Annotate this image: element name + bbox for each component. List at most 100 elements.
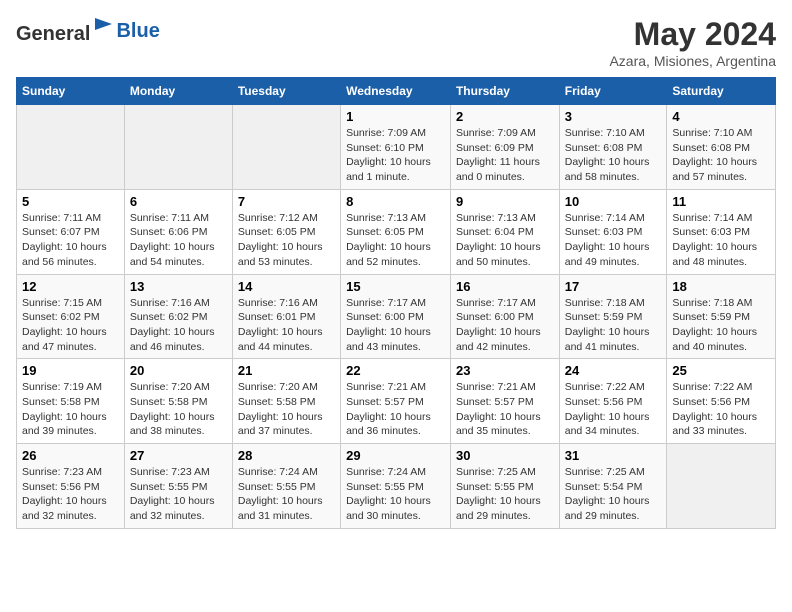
day-number: 21 bbox=[238, 363, 335, 378]
day-info: Sunrise: 7:18 AMSunset: 5:59 PMDaylight:… bbox=[565, 296, 662, 355]
calendar-cell: 24 Sunrise: 7:22 AMSunset: 5:56 PMDayligh… bbox=[559, 359, 667, 444]
calendar-cell bbox=[232, 105, 340, 190]
day-info: Sunrise: 7:09 AMSunset: 6:10 PMDaylight:… bbox=[346, 126, 445, 185]
day-info: Sunrise: 7:17 AMSunset: 6:00 PMDaylight:… bbox=[346, 296, 445, 355]
day-number: 4 bbox=[672, 109, 770, 124]
day-info: Sunrise: 7:10 AMSunset: 6:08 PMDaylight:… bbox=[672, 126, 770, 185]
day-info: Sunrise: 7:20 AMSunset: 5:58 PMDaylight:… bbox=[130, 380, 227, 439]
calendar-cell: 12Sunrise: 7:15 AMSunset: 6:02 PMDayligh… bbox=[17, 274, 125, 359]
day-info: Sunrise: 7:20 AMSunset: 5:58 PMDaylight:… bbox=[238, 380, 335, 439]
day-info: Sunrise: 7:11 AMSunset: 6:06 PMDaylight:… bbox=[130, 211, 227, 270]
calendar-cell: 3 Sunrise: 7:10 AMSunset: 6:08 PMDaylight… bbox=[559, 105, 667, 190]
calendar-cell: 13 Sunrise: 7:16 AMSunset: 6:02 PMDayligh… bbox=[124, 274, 232, 359]
header-thursday: Thursday bbox=[450, 78, 559, 105]
calendar-cell: 11Sunrise: 7:14 AMSunset: 6:03 PMDayligh… bbox=[667, 189, 776, 274]
day-info: Sunrise: 7:14 AMSunset: 6:03 PMDaylight:… bbox=[672, 211, 770, 270]
calendar-cell: 15Sunrise: 7:17 AMSunset: 6:00 PMDayligh… bbox=[341, 274, 451, 359]
calendar-cell: 28 Sunrise: 7:24 AMSunset: 5:55 PMDayligh… bbox=[232, 444, 340, 529]
day-info: Sunrise: 7:12 AMSunset: 6:05 PMDaylight:… bbox=[238, 211, 335, 270]
day-info: Sunrise: 7:22 AMSunset: 5:56 PMDaylight:… bbox=[672, 380, 770, 439]
calendar-cell: 7 Sunrise: 7:12 AMSunset: 6:05 PMDaylight… bbox=[232, 189, 340, 274]
day-number: 17 bbox=[565, 279, 662, 294]
logo-flag-icon bbox=[92, 16, 116, 40]
day-info: Sunrise: 7:11 AMSunset: 6:07 PMDaylight:… bbox=[22, 211, 119, 270]
calendar-cell: 31 Sunrise: 7:25 AMSunset: 5:54 PMDayligh… bbox=[559, 444, 667, 529]
calendar-cell: 17 Sunrise: 7:18 AMSunset: 5:59 PMDayligh… bbox=[559, 274, 667, 359]
calendar-cell: 21 Sunrise: 7:20 AMSunset: 5:58 PMDayligh… bbox=[232, 359, 340, 444]
calendar-cell bbox=[124, 105, 232, 190]
day-number: 10 bbox=[565, 194, 662, 209]
day-number: 14 bbox=[238, 279, 335, 294]
calendar-cell: 9Sunrise: 7:13 AMSunset: 6:04 PMDaylight… bbox=[450, 189, 559, 274]
day-info: Sunrise: 7:16 AMSunset: 6:01 PMDaylight:… bbox=[238, 296, 335, 355]
header-friday: Friday bbox=[559, 78, 667, 105]
day-info: Sunrise: 7:09 AMSunset: 6:09 PMDaylight:… bbox=[456, 126, 554, 185]
day-number: 31 bbox=[565, 448, 662, 463]
calendar-cell: 6 Sunrise: 7:11 AMSunset: 6:06 PMDaylight… bbox=[124, 189, 232, 274]
day-number: 3 bbox=[565, 109, 662, 124]
day-info: Sunrise: 7:21 AMSunset: 5:57 PMDaylight:… bbox=[346, 380, 445, 439]
calendar-cell: 30 Sunrise: 7:25 AMSunset: 5:55 PMDayligh… bbox=[450, 444, 559, 529]
calendar-week-1: 1Sunrise: 7:09 AMSunset: 6:10 PMDaylight… bbox=[17, 105, 776, 190]
calendar-cell: 10 Sunrise: 7:14 AMSunset: 6:03 PMDayligh… bbox=[559, 189, 667, 274]
logo-blue: Blue bbox=[116, 20, 159, 42]
calendar-cell: 26Sunrise: 7:23 AMSunset: 5:56 PMDayligh… bbox=[17, 444, 125, 529]
day-number: 13 bbox=[130, 279, 227, 294]
day-info: Sunrise: 7:22 AMSunset: 5:56 PMDaylight:… bbox=[565, 380, 662, 439]
calendar-cell: 27Sunrise: 7:23 AMSunset: 5:55 PMDayligh… bbox=[124, 444, 232, 529]
month-year-title: May 2024 bbox=[609, 16, 776, 53]
day-info: Sunrise: 7:21 AMSunset: 5:57 PMDaylight:… bbox=[456, 380, 554, 439]
day-number: 30 bbox=[456, 448, 554, 463]
header-tuesday: Tuesday bbox=[232, 78, 340, 105]
day-number: 24 bbox=[565, 363, 662, 378]
day-number: 23 bbox=[456, 363, 554, 378]
calendar-week-2: 5Sunrise: 7:11 AMSunset: 6:07 PMDaylight… bbox=[17, 189, 776, 274]
day-number: 9 bbox=[456, 194, 554, 209]
day-number: 28 bbox=[238, 448, 335, 463]
calendar-cell: 14 Sunrise: 7:16 AMSunset: 6:01 PMDayligh… bbox=[232, 274, 340, 359]
day-number: 19 bbox=[22, 363, 119, 378]
calendar-cell: 2Sunrise: 7:09 AMSunset: 6:09 PMDaylight… bbox=[450, 105, 559, 190]
day-number: 20 bbox=[130, 363, 227, 378]
day-number: 18 bbox=[672, 279, 770, 294]
day-number: 27 bbox=[130, 448, 227, 463]
day-info: Sunrise: 7:13 AMSunset: 6:05 PMDaylight:… bbox=[346, 211, 445, 270]
calendar-cell bbox=[667, 444, 776, 529]
day-number: 25 bbox=[672, 363, 770, 378]
header-saturday: Saturday bbox=[667, 78, 776, 105]
calendar-cell: 20 Sunrise: 7:20 AMSunset: 5:58 PMDayligh… bbox=[124, 359, 232, 444]
day-number: 12 bbox=[22, 279, 119, 294]
day-info: Sunrise: 7:10 AMSunset: 6:08 PMDaylight:… bbox=[565, 126, 662, 185]
calendar-week-4: 19 Sunrise: 7:19 AMSunset: 5:58 PMDayligh… bbox=[17, 359, 776, 444]
calendar-week-3: 12Sunrise: 7:15 AMSunset: 6:02 PMDayligh… bbox=[17, 274, 776, 359]
calendar-cell: 22 Sunrise: 7:21 AMSunset: 5:57 PMDayligh… bbox=[341, 359, 451, 444]
day-info: Sunrise: 7:19 AMSunset: 5:58 PMDaylight:… bbox=[22, 380, 119, 439]
day-number: 22 bbox=[346, 363, 445, 378]
logo-general: General bbox=[16, 23, 90, 45]
day-info: Sunrise: 7:25 AMSunset: 5:54 PMDaylight:… bbox=[565, 465, 662, 524]
calendar-cell: 29Sunrise: 7:24 AMSunset: 5:55 PMDayligh… bbox=[341, 444, 451, 529]
day-info: Sunrise: 7:25 AMSunset: 5:55 PMDaylight:… bbox=[456, 465, 554, 524]
day-info: Sunrise: 7:14 AMSunset: 6:03 PMDaylight:… bbox=[565, 211, 662, 270]
logo: General Blue bbox=[16, 16, 160, 46]
page-header: General Blue May 2024 Azara, Misiones, A… bbox=[16, 16, 776, 69]
title-area: May 2024 Azara, Misiones, Argentina bbox=[609, 16, 776, 69]
calendar-cell: 16Sunrise: 7:17 AMSunset: 6:00 PMDayligh… bbox=[450, 274, 559, 359]
day-number: 16 bbox=[456, 279, 554, 294]
calendar-cell: 4 Sunrise: 7:10 AMSunset: 6:08 PMDaylight… bbox=[667, 105, 776, 190]
calendar-cell: 8 Sunrise: 7:13 AMSunset: 6:05 PMDaylight… bbox=[341, 189, 451, 274]
calendar-cell: 25 Sunrise: 7:22 AMSunset: 5:56 PMDayligh… bbox=[667, 359, 776, 444]
day-info: Sunrise: 7:18 AMSunset: 5:59 PMDaylight:… bbox=[672, 296, 770, 355]
day-info: Sunrise: 7:24 AMSunset: 5:55 PMDaylight:… bbox=[346, 465, 445, 524]
calendar-cell: 1Sunrise: 7:09 AMSunset: 6:10 PMDaylight… bbox=[341, 105, 451, 190]
calendar-header-row: SundayMondayTuesdayWednesdayThursdayFrid… bbox=[17, 78, 776, 105]
day-number: 8 bbox=[346, 194, 445, 209]
day-number: 6 bbox=[130, 194, 227, 209]
day-info: Sunrise: 7:23 AMSunset: 5:56 PMDaylight:… bbox=[22, 465, 119, 524]
day-number: 7 bbox=[238, 194, 335, 209]
calendar-cell: 5Sunrise: 7:11 AMSunset: 6:07 PMDaylight… bbox=[17, 189, 125, 274]
day-info: Sunrise: 7:24 AMSunset: 5:55 PMDaylight:… bbox=[238, 465, 335, 524]
location-subtitle: Azara, Misiones, Argentina bbox=[609, 53, 776, 69]
header-wednesday: Wednesday bbox=[341, 78, 451, 105]
day-info: Sunrise: 7:16 AMSunset: 6:02 PMDaylight:… bbox=[130, 296, 227, 355]
